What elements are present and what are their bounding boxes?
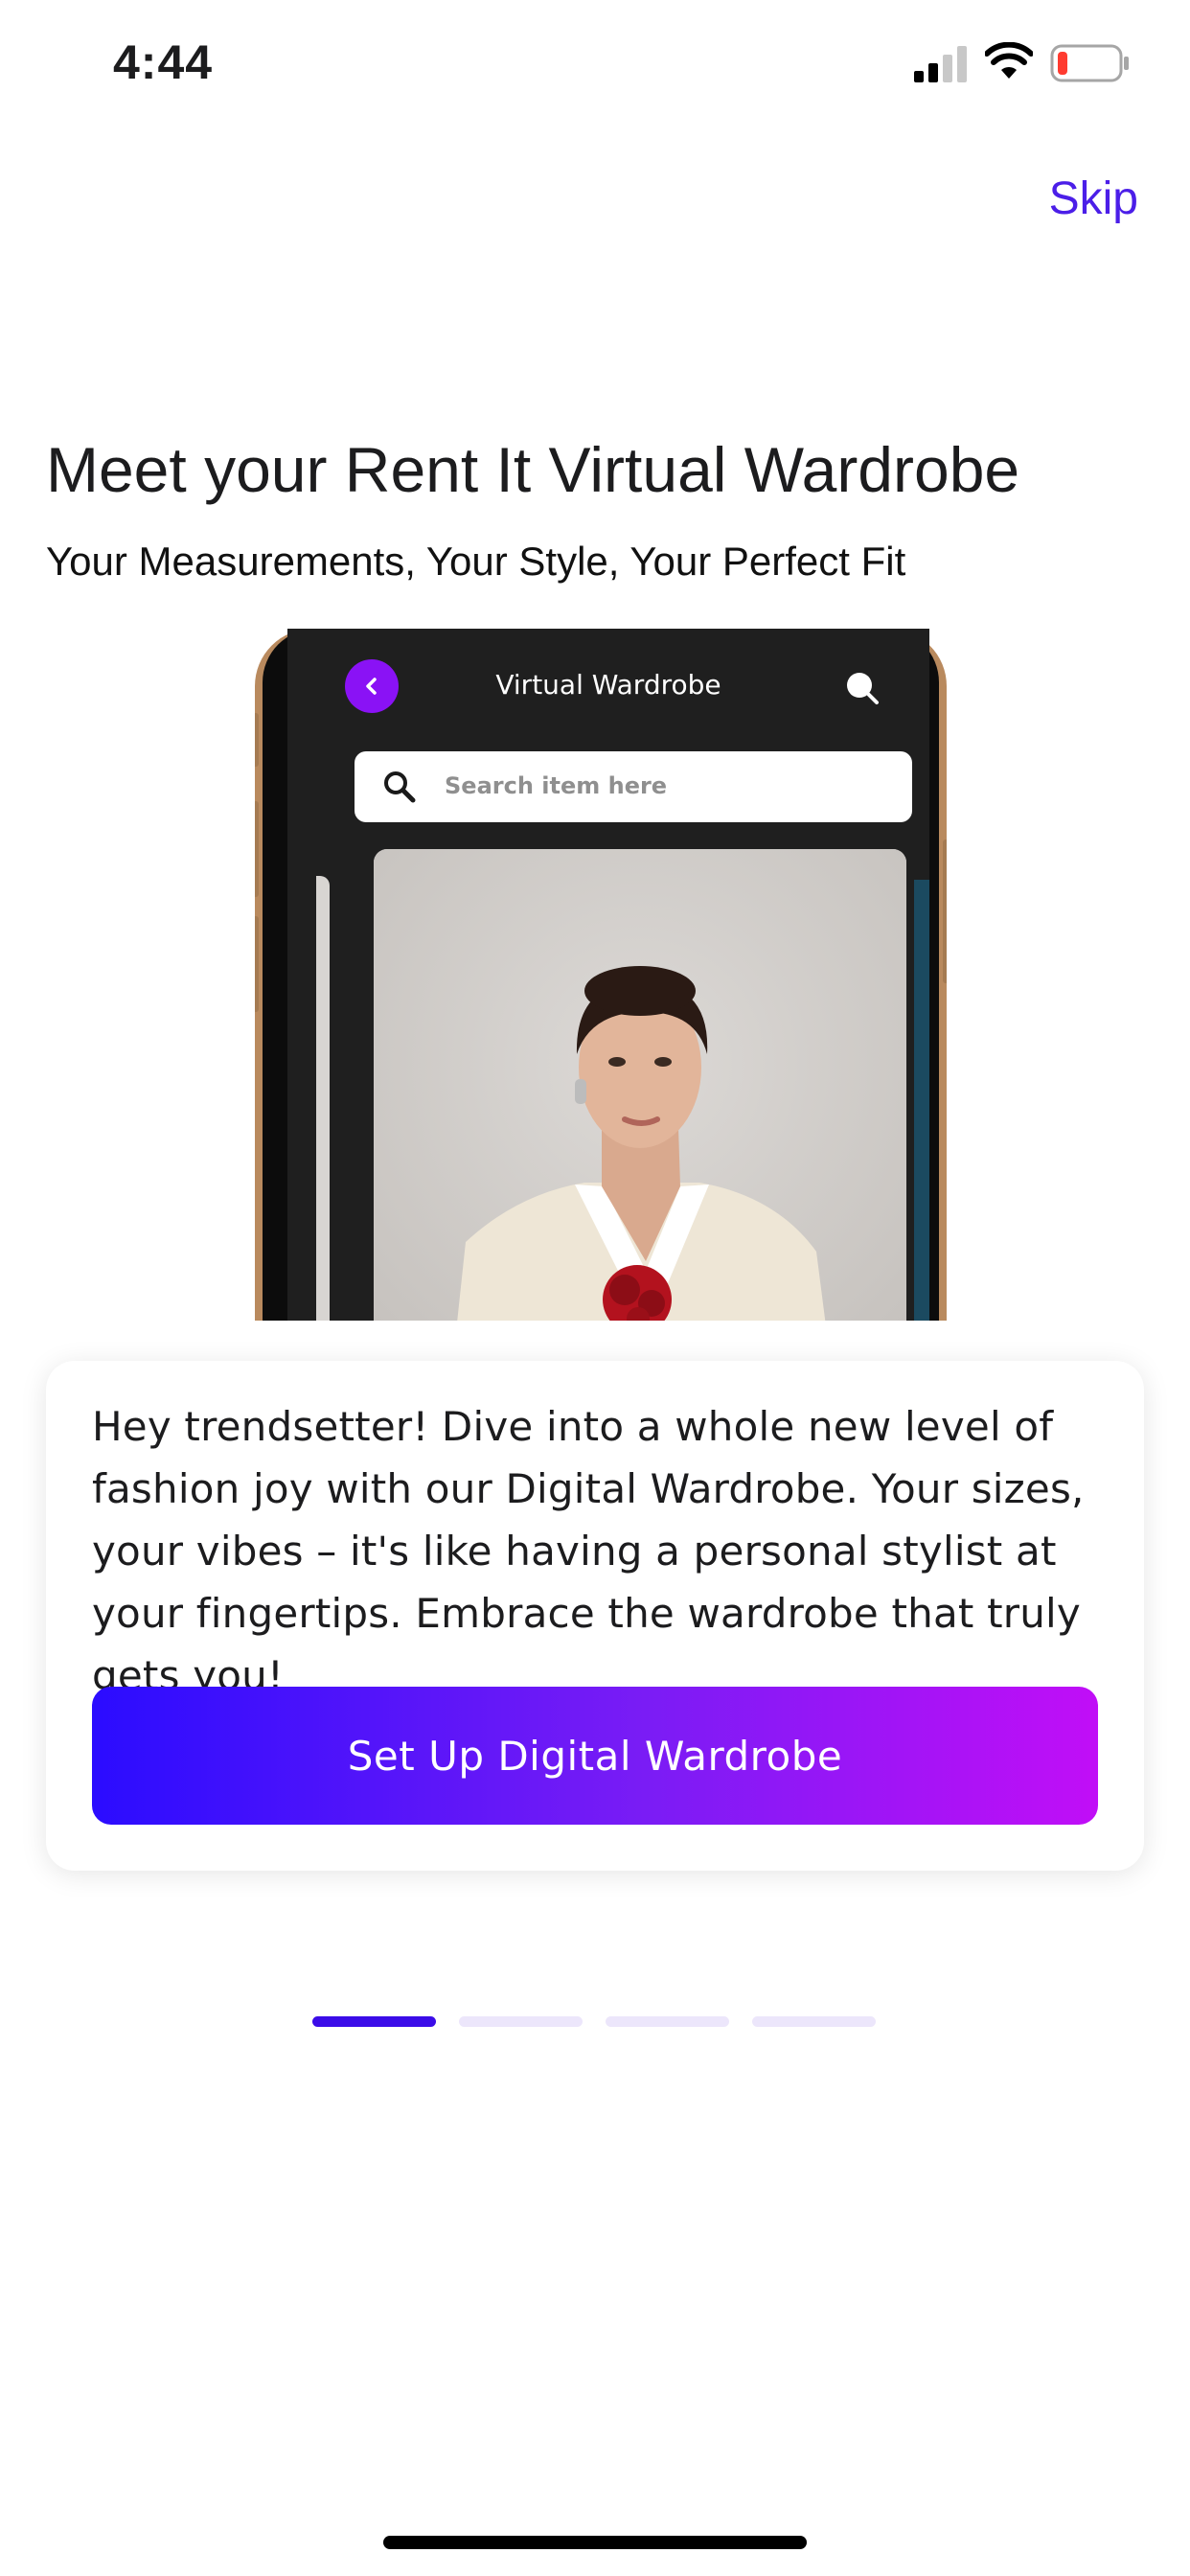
phone-screen: Virtual Wardrobe — [287, 629, 929, 1321]
status-time: 4:44 — [113, 35, 214, 89]
wifi-icon — [985, 42, 1033, 79]
page-indicator-dot-3 — [606, 2016, 729, 2027]
skip-button[interactable]: Skip — [1049, 172, 1138, 225]
mock-search-bar — [355, 751, 912, 822]
model-photo — [374, 849, 906, 1321]
phone-bezel: Virtual Wardrobe — [263, 629, 939, 1321]
page-indicator-dot-4 — [752, 2016, 876, 2027]
cta-button-label: Set Up Digital Wardrobe — [347, 1732, 843, 1780]
signal-icon — [914, 46, 967, 82]
page-indicator-dot-1 — [312, 2016, 436, 2027]
phone-side-button — [255, 801, 259, 897]
search-icon — [847, 673, 879, 704]
mock-screen-title: Virtual Wardrobe — [495, 669, 721, 701]
phone-side-button — [255, 916, 259, 1012]
page-subtitle: Your Measurements, Your Style, Your Perf… — [46, 539, 906, 584]
info-card-text: Hey trendsetter! Dive into a whole new l… — [92, 1403, 1085, 1699]
mock-card-peek-left — [316, 876, 330, 1321]
mock-card-peek-right — [914, 880, 929, 1321]
search-icon — [384, 771, 416, 803]
page-indicator-dot-2 — [459, 2016, 583, 2027]
page-title: Meet your Rent It Virtual Wardrobe — [46, 434, 1020, 505]
mock-search-input — [445, 772, 847, 799]
home-indicator[interactable] — [383, 2536, 807, 2549]
phone-mockup-image: Virtual Wardrobe — [255, 629, 947, 1321]
model-illustration — [374, 849, 906, 1321]
page-indicator — [312, 2016, 876, 2028]
status-bar: 4:44 — [0, 0, 1190, 126]
phone-side-button — [943, 840, 947, 983]
info-card: Hey trendsetter! Dive into a whole new l… — [46, 1361, 1144, 1871]
phone-side-button — [255, 713, 259, 767]
battery-icon — [1050, 44, 1129, 82]
set-up-digital-wardrobe-button[interactable]: Set Up Digital Wardrobe — [92, 1687, 1098, 1825]
